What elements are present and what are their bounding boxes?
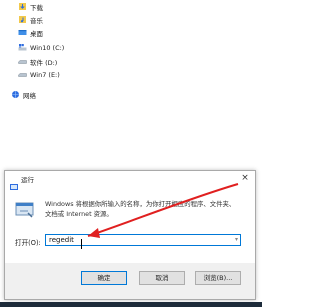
- nav-item-label: 桌面: [30, 29, 43, 38]
- ok-button[interactable]: 确定: [81, 271, 127, 285]
- dialog-description: Windows 将根据你所输入的名称，为你打开相应的程序、文件夹、文档或 Int…: [45, 200, 236, 218]
- nav-item-label: 软件 (D:): [30, 58, 58, 67]
- nav-item-label: Win10 (C:): [30, 43, 65, 52]
- nav-item-network[interactable]: 网络: [11, 88, 36, 101]
- nav-item-label: Win7 (E:): [30, 70, 60, 79]
- chevron-down-icon[interactable]: ▾: [235, 236, 238, 243]
- text-cursor-icon: [81, 239, 84, 249]
- nav-item-drive-d[interactable]: 软件 (D:): [18, 55, 57, 68]
- dialog-title: 运行: [21, 176, 34, 184]
- drive-icon: [18, 70, 27, 79]
- dialog-titlebar[interactable]: 运行 ×: [5, 171, 255, 190]
- download-icon: [18, 2, 27, 11]
- run-app-icon: [10, 175, 18, 190]
- windows-drive-icon: [18, 43, 27, 52]
- nav-item-drive-c[interactable]: Win10 (C:): [18, 41, 64, 54]
- explorer-nav-pane: 下载 音乐 桌面 Win10 (C:) 软件 (D:) Win7 (E:) 网络: [0, 0, 262, 150]
- run-program-icon: [15, 201, 35, 219]
- open-input[interactable]: regedit: [49, 236, 74, 244]
- dialog-button-bar: 确定 取消 浏览(B)...: [5, 263, 255, 299]
- screen: 下载 音乐 桌面 Win10 (C:) 软件 (D:) Win7 (E:) 网络…: [0, 0, 262, 307]
- open-label: 打开(O):: [15, 239, 41, 247]
- close-button[interactable]: ×: [239, 172, 251, 184]
- nav-item-downloads[interactable]: 下载: [18, 0, 43, 13]
- nav-item-desktop[interactable]: 桌面: [18, 26, 43, 39]
- drive-icon: [18, 57, 27, 66]
- nav-item-music[interactable]: 音乐: [18, 13, 43, 26]
- nav-item-label: 网络: [23, 91, 36, 100]
- run-dialog: 运行 × Windows 将根据你所输入的名称，为你打开相应的程序、文件夹、文档…: [4, 170, 256, 300]
- nav-item-label: 下载: [30, 3, 43, 12]
- taskbar: [0, 302, 262, 307]
- open-combobox[interactable]: regedit ▾: [45, 234, 241, 246]
- nav-item-drive-e[interactable]: Win7 (E:): [18, 68, 60, 81]
- nav-item-label: 音乐: [30, 16, 43, 25]
- browse-button[interactable]: 浏览(B)...: [195, 271, 241, 285]
- cancel-button[interactable]: 取消: [139, 271, 185, 285]
- desktop-icon: [18, 28, 27, 37]
- music-icon: [18, 15, 27, 24]
- network-icon: [11, 90, 20, 99]
